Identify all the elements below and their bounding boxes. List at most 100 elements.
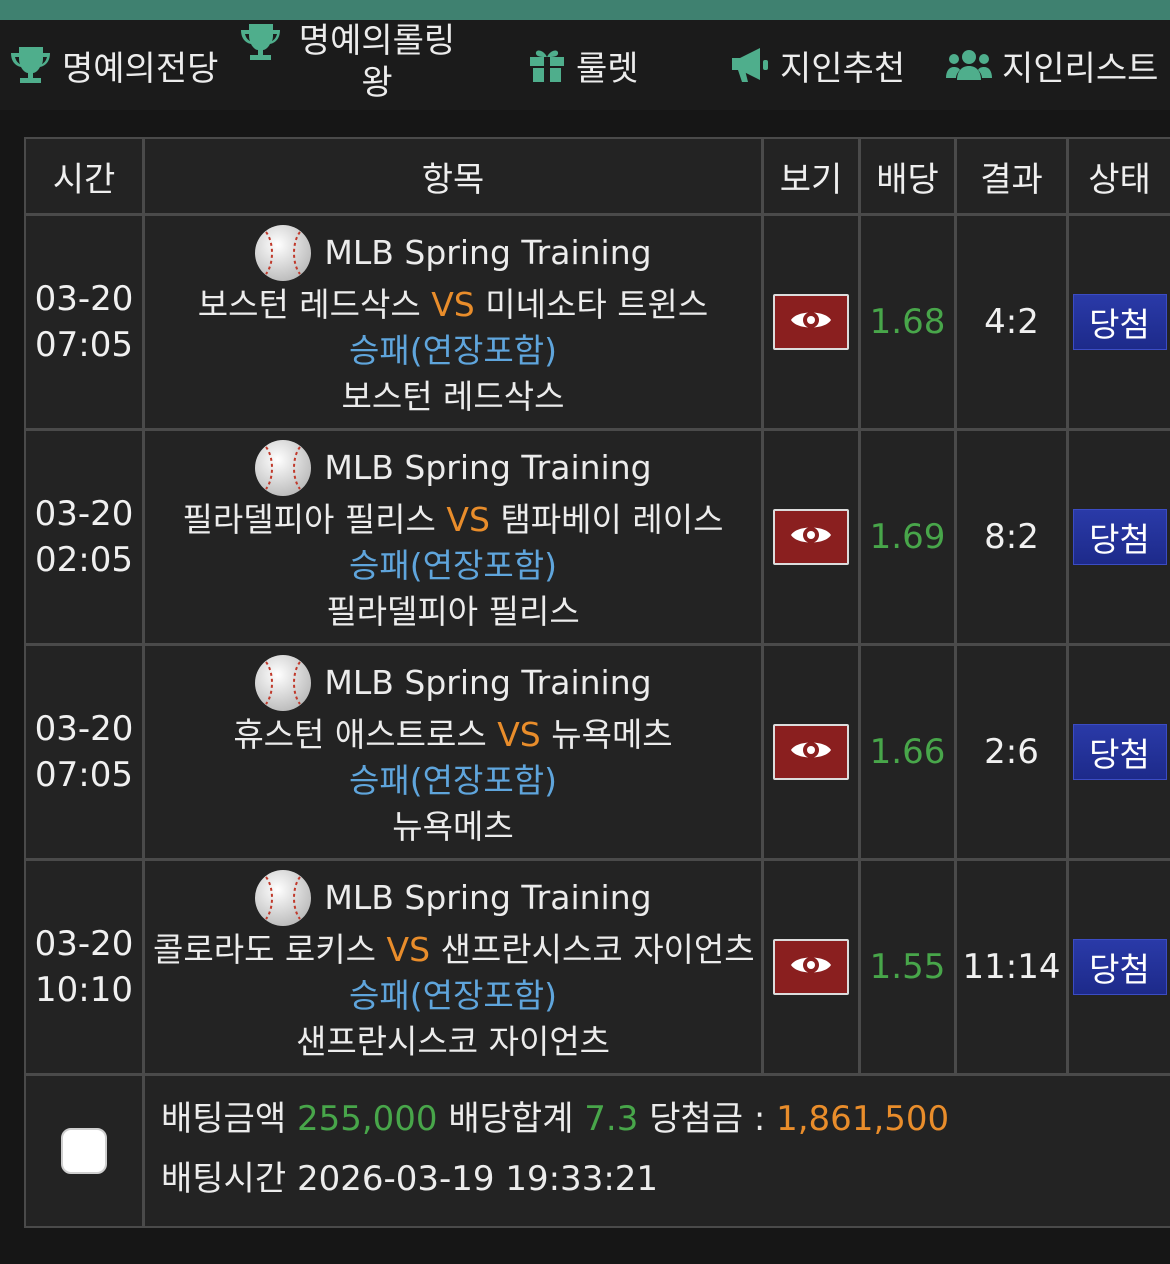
header-result: 결과 xyxy=(957,139,1066,213)
matchup: 콜로라도 로키스 VS 샌프란시스코 자이언츠 xyxy=(145,927,755,973)
row-result: 11:14 xyxy=(957,861,1066,1073)
win-amount-label: 당첨금 : xyxy=(649,1099,766,1139)
vs-label: VS xyxy=(446,500,490,539)
away-team: 미네소타 트윈스 xyxy=(485,285,709,324)
table-row-item: MLB Spring Training 보스턴 레드삭스 VS 미네소타 트윈스… xyxy=(145,216,761,428)
gift-icon xyxy=(528,47,566,83)
league-line: MLB Spring Training xyxy=(254,869,652,927)
table-row-time: 03-20 10:10 xyxy=(26,861,142,1073)
bet-amount-value: 255,000 xyxy=(296,1099,438,1139)
bet-slip-table: 시간 항목 보기 배당 결과 상태 03-20 07:05 MLB Spring… xyxy=(24,137,1170,1228)
summary-amount-line: 배팅금액 255,000 배당합계 7.3 당첨금 : 1,861,500 xyxy=(161,1098,949,1140)
megaphone-icon xyxy=(730,46,770,84)
pick: 보스턴 레드삭스 xyxy=(341,377,565,416)
vs-label: VS xyxy=(497,715,541,754)
baseball-icon xyxy=(254,439,312,497)
nav-label: 룰렛 xyxy=(576,48,639,89)
row-result: 8:2 xyxy=(957,431,1066,643)
home-team: 필라델피아 필리스 xyxy=(182,500,436,539)
nav-roulette[interactable]: 룰렛 xyxy=(528,20,639,110)
header-status: 상태 xyxy=(1069,139,1170,213)
league-name: MLB Spring Training xyxy=(324,878,652,917)
table-row-time: 03-20 07:05 xyxy=(26,216,142,428)
view-button[interactable] xyxy=(773,939,849,995)
baseball-icon xyxy=(254,869,312,927)
status-badge: 당첨 xyxy=(1072,939,1167,995)
matchup: 휴스턴 애스트로스 VS 뉴욕메츠 xyxy=(233,712,672,758)
league-name: MLB Spring Training xyxy=(324,233,652,272)
nav-referral-list[interactable]: 지인리스트 xyxy=(946,20,1158,110)
users-icon xyxy=(946,48,992,82)
bet-time-label: 배팅시간 xyxy=(161,1159,287,1199)
bet-time-value: 2026-03-19 19:33:21 xyxy=(296,1159,659,1199)
nav-rolling-king[interactable]: 명예의롤링왕 xyxy=(240,20,462,110)
status-cell: 당첨 xyxy=(1069,216,1170,428)
top-accent-bar xyxy=(0,0,1170,20)
pick: 필라델피아 필리스 xyxy=(326,592,580,631)
header-view: 보기 xyxy=(764,139,858,213)
eye-icon xyxy=(789,521,833,553)
bet-summary: 배팅금액 255,000 배당합계 7.3 당첨금 : 1,861,500 배팅… xyxy=(145,1076,1170,1226)
status-badge: 당첨 xyxy=(1072,294,1167,350)
select-checkbox[interactable] xyxy=(61,1128,107,1174)
market-type: 승패(연장포함) xyxy=(349,976,557,1015)
league-line: MLB Spring Training xyxy=(254,224,652,282)
row-time: 07:05 xyxy=(35,755,133,795)
row-date: 03-20 xyxy=(34,494,134,534)
pick: 샌프란시스코 자이언츠 xyxy=(295,1022,611,1061)
matchup: 필라델피아 필리스 VS 탬파베이 레이스 xyxy=(183,497,724,543)
nav-label: 지인추천 xyxy=(780,48,906,89)
nav-referral[interactable]: 지인추천 xyxy=(730,20,905,110)
table-row-time: 03-20 07:05 xyxy=(26,646,142,858)
view-cell xyxy=(764,216,858,428)
win-amount-value: 1,861,500 xyxy=(776,1099,950,1139)
summary-time-line: 배팅시간 2026-03-19 19:33:21 xyxy=(161,1158,658,1200)
away-team: 뉴욕메츠 xyxy=(551,715,673,754)
league-line: MLB Spring Training xyxy=(254,439,652,497)
header-time: 시간 xyxy=(26,139,142,213)
row-odds: 1.66 xyxy=(861,646,954,858)
top-nav: 명예의전당 명예의롤링왕 룰렛 지인추천 지인리스트 xyxy=(0,20,1170,110)
row-odds: 1.68 xyxy=(861,216,954,428)
away-team: 탬파베이 레이스 xyxy=(500,500,724,539)
eye-icon xyxy=(789,951,833,983)
market-type: 승패(연장포함) xyxy=(349,331,557,370)
view-button[interactable] xyxy=(773,509,849,565)
table-row-time: 03-20 02:05 xyxy=(26,431,142,643)
nav-label: 지인리스트 xyxy=(1002,48,1159,89)
matchup: 보스턴 레드삭스 VS 미네소타 트윈스 xyxy=(198,282,709,328)
row-result: 4:2 xyxy=(957,216,1066,428)
eye-icon xyxy=(789,736,833,768)
row-odds: 1.55 xyxy=(861,861,954,1073)
header-odds: 배당 xyxy=(861,139,954,213)
nav-label: 명예의전당 xyxy=(62,48,219,89)
view-button[interactable] xyxy=(773,294,849,350)
status-badge: 당첨 xyxy=(1072,509,1167,565)
status-cell: 당첨 xyxy=(1069,646,1170,858)
row-date: 03-20 xyxy=(34,924,134,964)
nav-hall-of-fame[interactable]: 명예의전당 xyxy=(10,20,218,110)
row-time: 07:05 xyxy=(35,325,133,365)
home-team: 휴스턴 애스트로스 xyxy=(233,715,487,754)
table-row-item: MLB Spring Training 필라델피아 필리스 VS 탬파베이 레이… xyxy=(145,431,761,643)
nav-label: 명예의롤링왕 xyxy=(298,21,456,103)
market-type: 승패(연장포함) xyxy=(349,546,557,585)
trophy-icon xyxy=(10,45,52,85)
odds-total-value: 7.3 xyxy=(584,1099,639,1139)
baseball-icon xyxy=(254,654,312,712)
table-row-item: MLB Spring Training 콜로라도 로키스 VS 샌프란시스코 자… xyxy=(145,861,761,1073)
home-team: 보스턴 레드삭스 xyxy=(197,285,421,324)
baseball-icon xyxy=(254,224,312,282)
header-item: 항목 xyxy=(145,139,761,213)
away-team: 샌프란시스코 자이언츠 xyxy=(440,930,755,969)
row-date: 03-20 xyxy=(34,279,134,319)
league-name: MLB Spring Training xyxy=(324,663,652,702)
row-date: 03-20 xyxy=(34,709,134,749)
row-time: 10:10 xyxy=(35,970,133,1010)
view-button[interactable] xyxy=(773,724,849,780)
league-line: MLB Spring Training xyxy=(254,654,652,712)
view-cell xyxy=(764,861,858,1073)
pick: 뉴욕메츠 xyxy=(392,807,514,846)
status-badge: 당첨 xyxy=(1072,724,1167,780)
vs-label: VS xyxy=(431,285,475,324)
